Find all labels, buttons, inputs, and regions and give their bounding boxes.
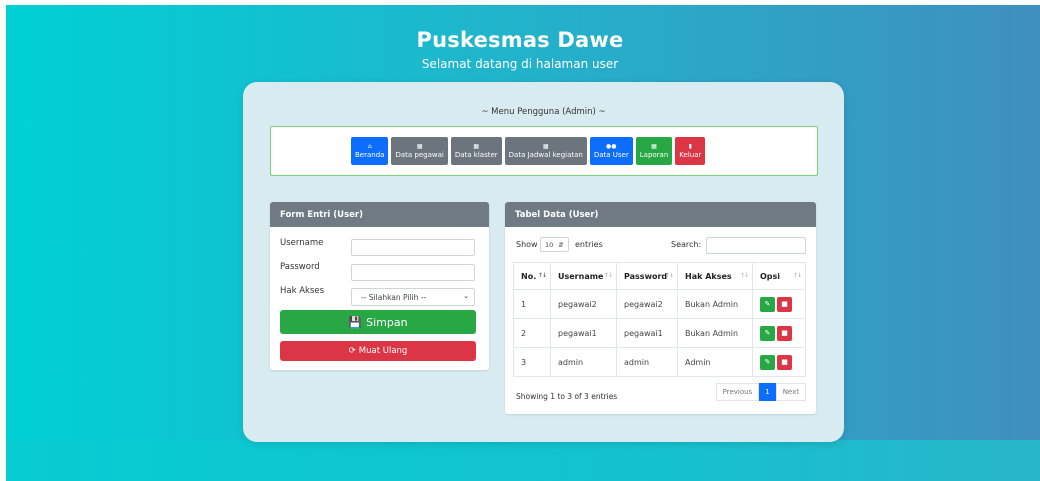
menu-bar: ⌂ Beranda ▦ Data pegawai ▦ Data klaster … — [270, 126, 818, 176]
table-row: 3 admin admin Admin ✎ ■ — [513, 347, 806, 377]
home-icon: ⌂ — [367, 143, 372, 150]
column-header-hak-akses[interactable]: Hak Akses ↑↓ — [677, 262, 753, 290]
search-input[interactable] — [706, 237, 806, 254]
cell-no: 1 — [513, 289, 551, 319]
cell-username: pegawai1 — [550, 318, 617, 348]
menu-data-user-button[interactable]: ●● Data User — [589, 137, 633, 165]
sort-icon: ↑↓ — [603, 272, 613, 279]
table-panel-title: Tabel Data (User) — [505, 202, 816, 227]
hak-akses-selected: -- Silahkan Pilih -- — [361, 292, 427, 302]
column-header-opsi[interactable]: Opsi ↑↓ — [752, 262, 806, 290]
sort-icon: ↑↓ — [664, 272, 674, 279]
save-button[interactable]: 💾 Simpan — [280, 310, 476, 334]
table-icon: ▦ — [651, 143, 657, 150]
reload-button[interactable]: ⟳ Muat Ulang — [280, 341, 476, 361]
chevron-down-icon: ⌄ — [463, 292, 469, 300]
column-header-no[interactable]: No. ↑↓ — [513, 262, 551, 290]
menu-data-user-label: Data User — [593, 151, 629, 159]
entries-label: entries — [575, 240, 603, 249]
form-panel: Form Entri (User) Username Password Hak … — [270, 202, 489, 370]
users-table: No. ↑↓ Username ↑↓ Password ↑↓ Hak Akses ↑↓ … — [513, 262, 806, 377]
username-input[interactable] — [351, 239, 475, 256]
trash-icon[interactable]: ■ — [777, 354, 792, 370]
menu-beranda-label: Beranda — [355, 151, 385, 159]
cell-no: 2 — [513, 318, 551, 348]
reload-button-label: Muat Ulang — [358, 346, 408, 356]
previous-page-button[interactable]: Previous — [715, 383, 760, 401]
menu-data-jadwal-button[interactable]: ▦ Data Jadwal kegiatan — [504, 137, 587, 165]
sort-icon: ↑↓ — [792, 272, 802, 279]
password-input[interactable] — [351, 264, 475, 281]
entries-select[interactable]: 10 ⇵ — [540, 237, 569, 252]
table-panel: Tabel Data (User) Show 10 ⇵ entries Sear… — [505, 202, 816, 414]
menu-data-pegawai-button[interactable]: ▦ Data pegawai — [391, 137, 448, 165]
page-1-button[interactable]: 1 — [759, 383, 776, 401]
cell-password: pegawai1 — [616, 318, 678, 348]
table-icon: ▦ — [542, 143, 549, 150]
menu-heading-text: ~ Menu Pengguna (Admin) ~ — [481, 107, 606, 117]
cell-opsi: ✎ ■ — [752, 347, 806, 377]
menu-heading: ~ Menu Pengguna (Admin) ~ — [243, 107, 844, 117]
show-label: Show — [516, 240, 538, 249]
select-arrows-icon: ⇵ — [558, 240, 564, 249]
users-icon: ●● — [606, 143, 617, 150]
reload-icon: ⟳ — [348, 346, 356, 356]
menu-buttons: ⌂ Beranda ▦ Data pegawai ▦ Data klaster … — [351, 137, 706, 165]
cell-opsi: ✎ ■ — [752, 289, 806, 319]
edit-icon[interactable]: ✎ — [760, 354, 775, 370]
username-label: Username — [280, 238, 324, 248]
password-label: Password — [280, 262, 320, 272]
edit-icon[interactable]: ✎ — [760, 296, 775, 312]
table-header-row: No. ↑↓ Username ↑↓ Password ↑↓ Hak Akses ↑↓ … — [513, 262, 806, 290]
footer-band — [6, 440, 1040, 481]
save-button-label: Simpan — [366, 315, 408, 329]
trash-icon[interactable]: ■ — [777, 296, 792, 312]
menu-keluar-button[interactable]: ▮ Keluar — [675, 137, 706, 165]
menu-data-klaster-button[interactable]: ▦ Data klaster — [450, 137, 502, 165]
hak-akses-select[interactable]: -- Silahkan Pilih -- ⌄ — [351, 288, 475, 306]
table-row: 1 pegawai2 pegawai2 Bukan Admin ✎ ■ — [513, 289, 806, 319]
save-icon: 💾 — [348, 315, 363, 329]
cell-hak-akses: Admin — [677, 347, 753, 377]
menu-keluar-label: Keluar — [679, 151, 702, 159]
entries-select-value: 10 — [545, 240, 554, 249]
column-header-username[interactable]: Username ↑↓ — [550, 262, 617, 290]
table-icon: ▦ — [416, 143, 423, 150]
search-label: Search: — [671, 240, 702, 249]
menu-beranda-button[interactable]: ⌂ Beranda — [351, 137, 389, 165]
form-panel-title: Form Entri (User) — [270, 202, 489, 227]
cell-username: admin — [550, 347, 617, 377]
table-icon: ▦ — [473, 143, 480, 150]
menu-data-jadwal-label: Data Jadwal kegiatan — [508, 151, 583, 159]
cell-hak-akses: Bukan Admin — [677, 289, 753, 319]
sort-icon: ↑↓ — [537, 272, 547, 279]
cell-password: admin — [616, 347, 678, 377]
cell-username: pegawai2 — [550, 289, 617, 319]
cell-hak-akses: Bukan Admin — [677, 318, 753, 348]
pagination: Previous 1 Next — [715, 383, 806, 401]
page-title: Puskesmas Dawe — [416, 28, 624, 52]
table-info: Showing 1 to 3 of 3 entries — [516, 392, 618, 401]
menu-data-klaster-label: Data klaster — [454, 151, 498, 159]
column-header-password[interactable]: Password ↑↓ — [616, 262, 678, 290]
menu-laporan-label: Laporan — [639, 151, 669, 159]
cell-opsi: ✎ ■ — [752, 318, 806, 348]
page-subtitle: Selamat datang di halaman user — [421, 57, 619, 71]
hak-akses-label: Hak Akses — [280, 286, 325, 296]
table-row: 2 pegawai1 pegawai1 Bukan Admin ✎ ■ — [513, 318, 806, 348]
bookmark-icon: ▮ — [688, 143, 692, 150]
sort-icon: ↑↓ — [739, 272, 749, 279]
menu-data-pegawai-label: Data pegawai — [395, 151, 444, 159]
trash-icon[interactable]: ■ — [777, 325, 792, 341]
main-card: ~ Menu Pengguna (Admin) ~ ⌂ Beranda ▦ Da… — [243, 82, 844, 442]
edit-icon[interactable]: ✎ — [760, 325, 775, 341]
next-page-button[interactable]: Next — [775, 383, 806, 401]
menu-laporan-button[interactable]: ▦ Laporan — [635, 137, 673, 165]
cell-no: 3 — [513, 347, 551, 377]
cell-password: pegawai2 — [616, 289, 678, 319]
